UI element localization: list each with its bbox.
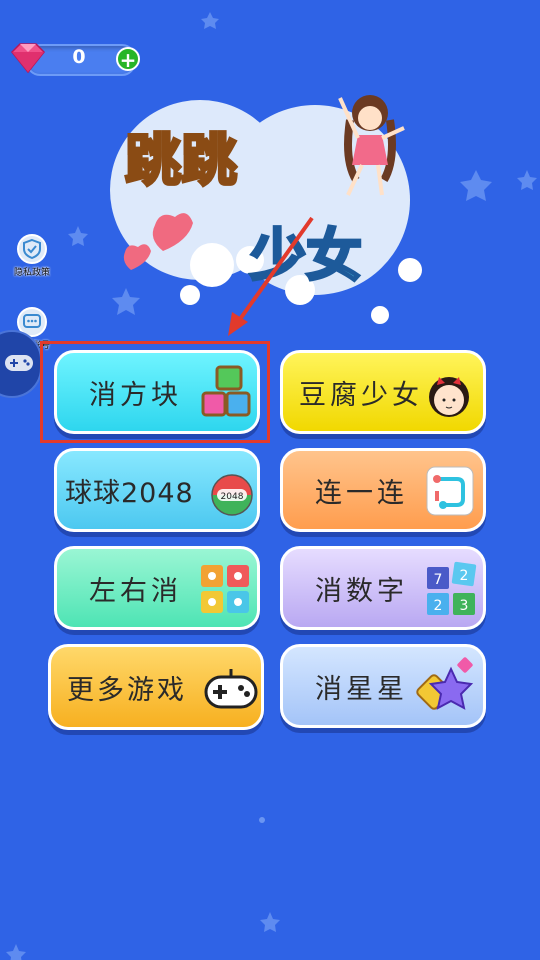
game-button-label: 更多游戏 bbox=[67, 674, 187, 706]
game-button-label: 消星星 bbox=[315, 673, 408, 705]
game-button-label: 连一连 bbox=[315, 477, 408, 509]
game-button-tofu-girl[interactable]: 豆腐少女 bbox=[280, 350, 486, 434]
highlight-box bbox=[40, 341, 270, 443]
game-button-clear-stars[interactable]: 消星星 bbox=[280, 644, 486, 728]
number-tile-text: 7 bbox=[434, 572, 443, 588]
number-tiles-icon: 7 2 2 3 bbox=[427, 561, 477, 615]
tofu-girl-icon bbox=[429, 377, 469, 417]
game-button-label: 消数字 bbox=[315, 575, 408, 607]
game-button-label: 球球2048 bbox=[65, 477, 194, 509]
game-button-label: 豆腐少女 bbox=[299, 379, 423, 411]
gamepad-icon bbox=[204, 669, 258, 709]
game-button-label: 左右消 bbox=[89, 575, 182, 607]
game-button-clear-numbers[interactable]: 消数字 7 2 2 3 bbox=[280, 546, 486, 630]
ball-2048-icon: 2048 bbox=[211, 474, 253, 516]
tiles-grid-icon bbox=[201, 565, 249, 613]
game-button-ball-2048[interactable]: 球球2048 2048 bbox=[54, 448, 260, 532]
game-button-left-right-clear[interactable]: 左右消 bbox=[54, 546, 260, 630]
game-button-link-up[interactable]: 连一连 bbox=[280, 448, 486, 532]
number-tile-text: 2 bbox=[460, 568, 469, 584]
connect-dots-icon bbox=[426, 466, 474, 516]
number-tile-text: 3 bbox=[460, 598, 469, 614]
ball-badge-text: 2048 bbox=[221, 492, 244, 502]
star-icon bbox=[416, 657, 474, 710]
game-button-more-games[interactable]: 更多游戏 bbox=[48, 644, 264, 730]
number-tile-text: 2 bbox=[434, 598, 443, 614]
